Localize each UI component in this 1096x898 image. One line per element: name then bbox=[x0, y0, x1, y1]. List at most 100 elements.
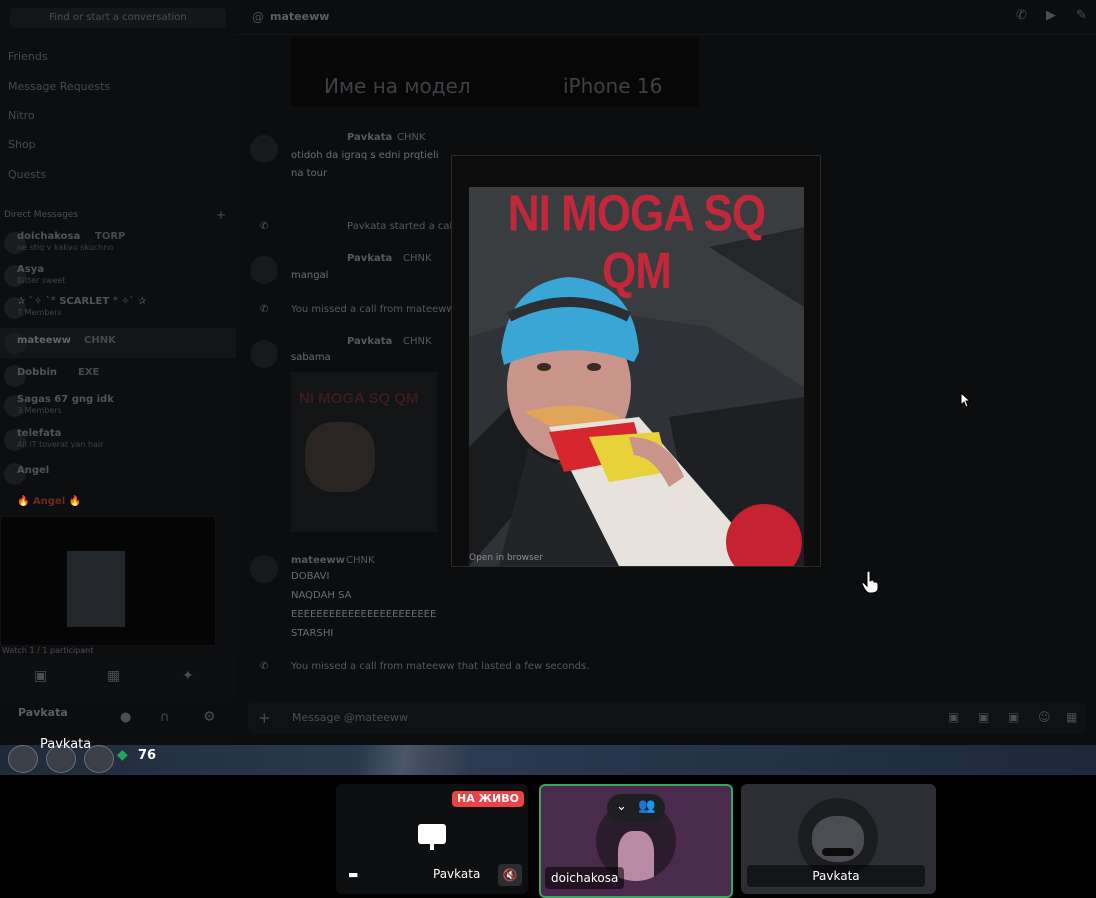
emoji-icon[interactable]: ☺ bbox=[1038, 710, 1051, 724]
muted-speaker-icon[interactable]: 🔇 bbox=[498, 864, 522, 886]
stream-preview[interactable] bbox=[0, 516, 216, 646]
dm-tag: EXE bbox=[78, 367, 100, 378]
dm-item[interactable]: telefata Ail iT toverat yan hair bbox=[0, 425, 236, 455]
message-text: na tour bbox=[291, 168, 328, 179]
dm-item[interactable]: Asya Bitter sweet bbox=[0, 261, 236, 291]
system-message: Pavkata started a call bbox=[347, 221, 456, 232]
embed-text-right: iPhone 16 bbox=[563, 74, 663, 98]
voice-controls: ▣ ▦ ✦ bbox=[0, 660, 236, 694]
system-message: You missed a call from mateeww bbox=[291, 304, 455, 315]
user-name: Pavkata bbox=[18, 706, 68, 719]
dm-status: ne stiq v kakvo skuchno bbox=[17, 243, 114, 252]
nav-shop[interactable]: Shop bbox=[8, 138, 36, 151]
chevron-down-icon[interactable]: ⌄ bbox=[616, 799, 627, 814]
add-dm-icon[interactable]: + bbox=[216, 208, 226, 222]
call-icon[interactable]: ✆ bbox=[1016, 8, 1027, 23]
tile-name: Pavkata bbox=[433, 867, 481, 881]
message-tag: CHNK bbox=[403, 336, 432, 347]
dm-status: Ail iT toverat yan hair bbox=[17, 440, 104, 449]
gift-icon[interactable]: ▣ bbox=[948, 710, 959, 724]
message-placeholder: Message @mateeww bbox=[292, 711, 409, 724]
dm-name: 🔥 Angel 🔥 bbox=[17, 496, 82, 507]
message-author: Pavkata bbox=[347, 253, 393, 264]
participant-tile-stream[interactable]: НА ЖИВО ▬ Pavkata 🔇 bbox=[336, 784, 528, 894]
dm-name: doichakosa bbox=[17, 231, 81, 242]
user-panel: Pavkata ● ∩ ⚙ bbox=[0, 700, 236, 740]
avatar bbox=[250, 135, 278, 163]
dm-item[interactable]: Angel bbox=[0, 459, 236, 489]
video-call-icon[interactable]: ▶ bbox=[1046, 8, 1056, 23]
dm-status: Bitter sweet bbox=[17, 276, 66, 285]
participant-tile[interactable]: Pavkata bbox=[741, 784, 936, 894]
dm-name: telefata bbox=[17, 428, 62, 439]
message-text: mangal bbox=[291, 270, 329, 281]
people-icon[interactable]: 👥 bbox=[638, 798, 655, 814]
open-in-browser-link[interactable]: Open in browser bbox=[469, 553, 543, 563]
message-author: Pavkata bbox=[347, 132, 393, 143]
message-tag: CHNK bbox=[346, 555, 375, 566]
message-text: otidoh da igraq s edni prqtieli bbox=[291, 150, 439, 161]
enlarged-image[interactable]: NI MOGA SQ QM Open in browser bbox=[469, 187, 804, 566]
message-author: mateeww bbox=[291, 555, 345, 566]
tile-name: Pavkata bbox=[747, 865, 925, 887]
nav-nitro[interactable]: Nitro bbox=[8, 109, 35, 122]
tile-name: doichakosa bbox=[545, 867, 625, 889]
dm-status: 7 Members bbox=[17, 308, 62, 317]
call-icon: ✆ bbox=[260, 221, 269, 232]
dm-header: Direct Messages bbox=[4, 210, 78, 220]
thumb-caption: NI MOGA SQ QM bbox=[299, 390, 419, 407]
pin-icon[interactable]: ✎ bbox=[1076, 8, 1087, 23]
nav-friends[interactable]: Friends bbox=[8, 50, 48, 63]
message-author: Pavkata bbox=[347, 336, 393, 347]
message-text: EEEEEEEEEEEEEEEEEEEEEEE bbox=[291, 609, 437, 620]
channel-name: mateeww bbox=[270, 10, 330, 23]
gif-icon[interactable]: ▣ bbox=[978, 710, 989, 724]
dm-item[interactable]: Dobbin EXE bbox=[0, 361, 236, 391]
sticker-icon[interactable]: ▣ bbox=[1008, 710, 1019, 724]
screenshare-label: Watch 1 / 1 participant bbox=[2, 646, 94, 655]
nav-quests[interactable]: Quests bbox=[8, 168, 46, 181]
nav-message-requests[interactable]: Message Requests bbox=[8, 80, 110, 93]
add-attachment-icon[interactable]: + bbox=[258, 709, 271, 727]
tile-overlay-controls[interactable]: ⌄ 👥 bbox=[607, 794, 665, 822]
dm-name: Sagas 67 gng idk bbox=[17, 394, 114, 405]
dm-tag: TORP bbox=[95, 231, 126, 242]
embedded-image[interactable]: Име на модел iPhone 16 bbox=[291, 38, 699, 106]
dm-sidebar: Find or start a conversation Friends Mes… bbox=[0, 0, 236, 745]
server-avatar[interactable] bbox=[8, 745, 38, 773]
message-input[interactable]: + Message @mateeww ▣ ▣ ▣ ☺ ▦ bbox=[248, 702, 1086, 734]
system-message: You missed a call from mateeww that last… bbox=[291, 661, 590, 672]
gem-count: 76 bbox=[138, 748, 157, 763]
screen-share-icon-stand bbox=[430, 844, 434, 850]
dm-tag: CHNK bbox=[84, 335, 116, 346]
image-attachment-thumbnail[interactable]: NI MOGA SQ QM bbox=[291, 372, 437, 532]
headphones-icon[interactable]: ∩ bbox=[160, 710, 170, 725]
image-viewer-modal[interactable]: NI MOGA SQ QM Open in browser bbox=[451, 155, 821, 567]
dm-item[interactable]: Sagas 67 gng idk 3 Members bbox=[0, 391, 236, 421]
message-tag: CHNK bbox=[397, 132, 426, 143]
monitor-icon: ▬ bbox=[348, 868, 359, 881]
dm-item-selected[interactable]: mateeww CHNK bbox=[0, 328, 236, 358]
message-text: STARSHI bbox=[291, 628, 334, 639]
participant-tile-speaking[interactable]: ⌄ 👥 doichakosa bbox=[539, 784, 733, 898]
dm-status: 3 Members bbox=[17, 406, 62, 415]
mic-icon[interactable]: ● bbox=[120, 710, 131, 725]
avatar-goggles bbox=[822, 848, 854, 856]
missed-call-icon: ✆ bbox=[260, 661, 269, 672]
dm-item[interactable]: ✰ `✧ `° SCARLET ° ✧` ✰ 7 Members bbox=[0, 293, 236, 323]
avatar bbox=[250, 340, 278, 368]
screen-share-icon bbox=[418, 824, 446, 844]
dm-name: Asya bbox=[17, 264, 44, 275]
at-icon: @ bbox=[252, 10, 264, 24]
gear-icon[interactable]: ⚙ bbox=[203, 709, 216, 725]
activity-icon[interactable]: ▦ bbox=[107, 668, 120, 684]
dm-name: Angel bbox=[17, 465, 50, 476]
dm-item[interactable]: doichakosa TORP ne stiq v kakvo skuchno bbox=[0, 228, 236, 258]
stream-activity-bar bbox=[0, 745, 1096, 775]
apps-icon[interactable]: ▦ bbox=[1066, 710, 1077, 724]
avatar bbox=[250, 256, 278, 284]
conversation-search[interactable]: Find or start a conversation bbox=[10, 8, 226, 28]
video-icon[interactable]: ▣ bbox=[34, 668, 47, 684]
dm-name: Dobbin bbox=[17, 367, 58, 378]
soundboard-icon[interactable]: ✦ bbox=[182, 668, 194, 684]
